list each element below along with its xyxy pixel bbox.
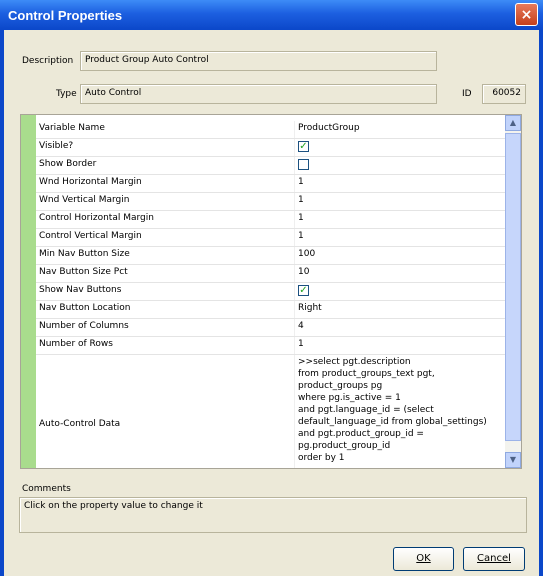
column-divider xyxy=(294,139,295,156)
sql-line: pg.product_group_id xyxy=(298,441,391,451)
property-name: Show Nav Buttons xyxy=(39,285,122,295)
property-name: Variable Name xyxy=(39,123,105,133)
property-value[interactable]: Right xyxy=(298,303,322,313)
grid-row-header-strip xyxy=(21,115,36,468)
property-name: Auto-Control Data xyxy=(39,419,121,429)
comments-label: Comments xyxy=(22,484,71,494)
type-value: Auto Control xyxy=(85,88,142,98)
property-row[interactable]: Variable Name ProductGroup xyxy=(36,121,505,139)
cancel-button-label: Cancel xyxy=(477,553,511,564)
property-row[interactable]: Visible? ✓ xyxy=(36,139,505,157)
type-label: Type xyxy=(56,89,77,99)
property-name: Nav Button Size Pct xyxy=(39,267,128,277)
close-button[interactable]: × xyxy=(515,3,538,26)
sql-line: from product_groups_text pgt, xyxy=(298,369,435,379)
visible-checkbox[interactable]: ✓ xyxy=(298,141,309,152)
sql-line: and pgt.product_group_id = xyxy=(298,429,424,439)
show-nav-buttons-checkbox[interactable]: ✓ xyxy=(298,285,309,296)
sql-line: where pg.is_active = 1 xyxy=(298,393,401,403)
property-name: Wnd Horizontal Margin xyxy=(39,177,142,187)
column-divider xyxy=(294,211,295,228)
id-label: ID xyxy=(462,89,472,99)
id-field[interactable]: 60052 xyxy=(482,84,526,104)
property-row[interactable]: Number of Rows 1 xyxy=(36,337,505,355)
column-divider xyxy=(294,175,295,192)
column-divider xyxy=(294,157,295,174)
window-frame-left xyxy=(0,30,4,576)
sql-line: order by 1 xyxy=(298,453,345,463)
ok-button-label: OK xyxy=(416,553,431,564)
sql-line: default_language_id from global_settings… xyxy=(298,417,487,427)
column-divider xyxy=(294,265,295,282)
property-value[interactable]: 4 xyxy=(298,321,304,331)
column-divider xyxy=(294,319,295,336)
property-name: Number of Rows xyxy=(39,339,113,349)
property-row[interactable]: Nav Button Size Pct 10 xyxy=(36,265,505,283)
property-row[interactable]: Nav Button Location Right xyxy=(36,301,505,319)
column-divider xyxy=(294,337,295,354)
sql-line: and pgt.language_id = (select xyxy=(298,405,434,415)
column-divider xyxy=(294,193,295,210)
vertical-scrollbar[interactable]: ▲ ▼ xyxy=(505,115,521,468)
title-bar: Control Properties × xyxy=(0,0,543,30)
property-name: Nav Button Location xyxy=(39,303,131,313)
property-name: Wnd Vertical Margin xyxy=(39,195,130,205)
property-name: Control Horizontal Margin xyxy=(39,213,154,223)
property-value[interactable]: 1 xyxy=(298,213,304,223)
property-value[interactable]: 10 xyxy=(298,267,309,277)
property-name: Show Border xyxy=(39,159,97,169)
property-row[interactable]: Number of Columns 4 xyxy=(36,319,505,337)
cancel-button[interactable]: Cancel xyxy=(463,547,525,571)
property-name: Min Nav Button Size xyxy=(39,249,130,259)
property-row[interactable]: Wnd Horizontal Margin 1 xyxy=(36,175,505,193)
property-name: Visible? xyxy=(39,141,74,151)
column-divider xyxy=(294,355,295,468)
check-icon: ✓ xyxy=(299,285,308,296)
window-title: Control Properties xyxy=(8,8,123,23)
description-label: Description xyxy=(22,56,74,66)
property-row[interactable]: Control Horizontal Margin 1 xyxy=(36,211,505,229)
column-divider xyxy=(294,229,295,246)
property-row[interactable]: Control Vertical Margin 1 xyxy=(36,229,505,247)
scroll-thumb[interactable] xyxy=(505,133,521,441)
comments-text: Click on the property value to change it xyxy=(24,501,203,511)
property-value[interactable]: 1 xyxy=(298,177,304,187)
ok-button[interactable]: OK xyxy=(393,547,454,571)
auto-control-data-row[interactable]: Auto-Control Data >>select pgt.descripti… xyxy=(36,355,505,468)
property-value[interactable]: 1 xyxy=(298,339,304,349)
close-icon: × xyxy=(520,7,533,23)
property-row[interactable]: Show Nav Buttons ✓ xyxy=(36,283,505,301)
property-value[interactable]: 1 xyxy=(298,231,304,241)
property-row[interactable]: Wnd Vertical Margin 1 xyxy=(36,193,505,211)
column-divider xyxy=(294,283,295,300)
scroll-up-button[interactable]: ▲ xyxy=(505,115,521,131)
sql-line: >>select pgt.description xyxy=(298,357,411,367)
property-value[interactable]: ProductGroup xyxy=(298,123,360,133)
description-value: Product Group Auto Control xyxy=(85,55,209,65)
type-field[interactable]: Auto Control xyxy=(80,84,437,104)
property-value[interactable]: 100 xyxy=(298,249,315,259)
arrow-up-icon: ▲ xyxy=(509,118,517,127)
comments-box: Click on the property value to change it xyxy=(19,497,527,533)
column-divider xyxy=(294,247,295,264)
sql-line: product_groups pg xyxy=(298,381,383,391)
property-row[interactable]: Min Nav Button Size 100 xyxy=(36,247,505,265)
show-border-checkbox[interactable] xyxy=(298,159,309,170)
column-divider xyxy=(294,301,295,318)
description-field[interactable]: Product Group Auto Control xyxy=(80,51,437,71)
property-grid: Variable Name ProductGroup Visible? ✓ Sh… xyxy=(20,114,522,469)
id-value: 60052 xyxy=(492,88,521,98)
check-icon: ✓ xyxy=(299,141,308,152)
window-frame-right xyxy=(539,30,543,576)
scroll-down-button[interactable]: ▼ xyxy=(505,452,521,468)
property-name: Control Vertical Margin xyxy=(39,231,142,241)
property-row[interactable]: Show Border xyxy=(36,157,505,175)
column-divider xyxy=(294,121,295,138)
arrow-down-icon: ▼ xyxy=(509,455,517,464)
property-value[interactable]: 1 xyxy=(298,195,304,205)
property-name: Number of Columns xyxy=(39,321,129,331)
